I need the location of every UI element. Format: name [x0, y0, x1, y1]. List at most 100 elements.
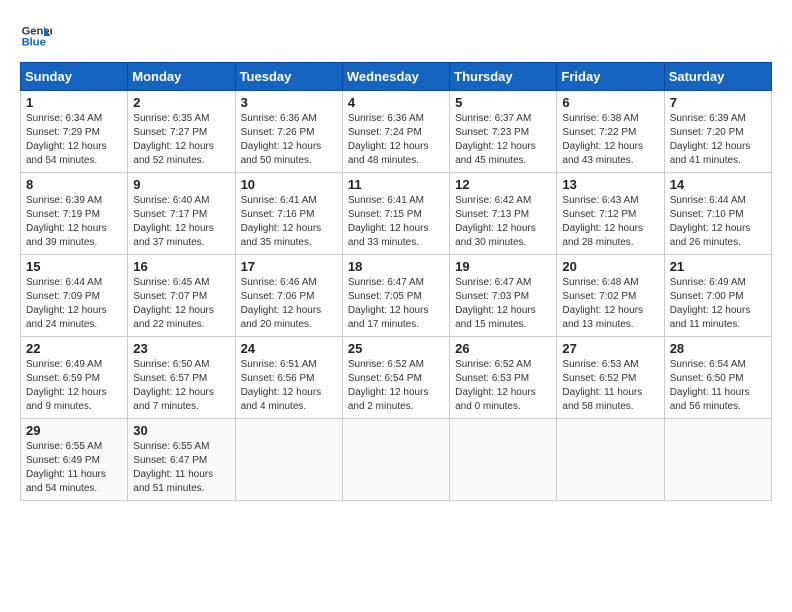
- calendar-cell: [664, 419, 771, 501]
- calendar-cell: [557, 419, 664, 501]
- logo-icon: General Blue: [20, 20, 52, 52]
- day-number: 24: [241, 341, 337, 356]
- calendar-cell: 24 Sunrise: 6:51 AM Sunset: 6:56 PM Dayli…: [235, 337, 342, 419]
- calendar-cell: 8 Sunrise: 6:39 AM Sunset: 7:19 PM Daylig…: [21, 173, 128, 255]
- calendar-table: SundayMondayTuesdayWednesdayThursdayFrid…: [20, 62, 772, 501]
- calendar-cell: 27 Sunrise: 6:53 AM Sunset: 6:52 PM Dayli…: [557, 337, 664, 419]
- day-header-sunday: Sunday: [21, 63, 128, 91]
- day-number: 3: [241, 95, 337, 110]
- svg-text:Blue: Blue: [22, 37, 46, 49]
- day-info: Sunrise: 6:41 AM Sunset: 7:16 PM Dayligh…: [241, 194, 337, 250]
- calendar-cell: 9 Sunrise: 6:40 AM Sunset: 7:17 PM Daylig…: [128, 173, 235, 255]
- calendar-cell: [235, 419, 342, 501]
- day-number: 15: [26, 259, 122, 274]
- calendar-cell: 5 Sunrise: 6:37 AM Sunset: 7:23 PM Daylig…: [450, 91, 557, 173]
- day-info: Sunrise: 6:36 AM Sunset: 7:24 PM Dayligh…: [348, 112, 444, 168]
- day-number: 16: [133, 259, 229, 274]
- calendar-cell: 28 Sunrise: 6:54 AM Sunset: 6:50 PM Dayli…: [664, 337, 771, 419]
- day-info: Sunrise: 6:46 AM Sunset: 7:06 PM Dayligh…: [241, 276, 337, 332]
- day-info: Sunrise: 6:39 AM Sunset: 7:20 PM Dayligh…: [670, 112, 766, 168]
- day-number: 20: [562, 259, 658, 274]
- day-info: Sunrise: 6:48 AM Sunset: 7:02 PM Dayligh…: [562, 276, 658, 332]
- day-number: 30: [133, 423, 229, 438]
- day-number: 29: [26, 423, 122, 438]
- day-info: Sunrise: 6:41 AM Sunset: 7:15 PM Dayligh…: [348, 194, 444, 250]
- day-number: 14: [670, 177, 766, 192]
- calendar-cell: 2 Sunrise: 6:35 AM Sunset: 7:27 PM Daylig…: [128, 91, 235, 173]
- day-number: 19: [455, 259, 551, 274]
- calendar-cell: [450, 419, 557, 501]
- day-info: Sunrise: 6:52 AM Sunset: 6:54 PM Dayligh…: [348, 358, 444, 414]
- calendar-cell: 12Sunrise: 6:42 AM Sunset: 7:13 PM Dayli…: [450, 173, 557, 255]
- calendar-cell: 11 Sunrise: 6:41 AM Sunset: 7:15 PM Dayli…: [342, 173, 449, 255]
- day-info: Sunrise: 6:53 AM Sunset: 6:52 PM Dayligh…: [562, 358, 658, 414]
- day-info: Sunrise: 6:45 AM Sunset: 7:07 PM Dayligh…: [133, 276, 229, 332]
- day-number: 22: [26, 341, 122, 356]
- day-info: Sunrise: 6:54 AM Sunset: 6:50 PM Dayligh…: [670, 358, 766, 414]
- day-number: 11: [348, 177, 444, 192]
- day-number: 28: [670, 341, 766, 356]
- day-info: Sunrise: 6:51 AM Sunset: 6:56 PM Dayligh…: [241, 358, 337, 414]
- calendar-cell: 17 Sunrise: 6:46 AM Sunset: 7:06 PM Dayli…: [235, 255, 342, 337]
- day-info: Sunrise: 6:47 AM Sunset: 7:05 PM Dayligh…: [348, 276, 444, 332]
- day-number: 5: [455, 95, 551, 110]
- calendar-cell: [342, 419, 449, 501]
- calendar-cell: 25 Sunrise: 6:52 AM Sunset: 6:54 PM Dayli…: [342, 337, 449, 419]
- day-header-thursday: Thursday: [450, 63, 557, 91]
- calendar-cell: 19 Sunrise: 6:47 AM Sunset: 7:03 PM Dayli…: [450, 255, 557, 337]
- day-info: Sunrise: 6:44 AM Sunset: 7:10 PM Dayligh…: [670, 194, 766, 250]
- day-number: 12: [455, 177, 551, 192]
- day-info: Sunrise: 6:39 AM Sunset: 7:19 PM Dayligh…: [26, 194, 122, 250]
- day-number: 4: [348, 95, 444, 110]
- day-info: Sunrise: 6:38 AM Sunset: 7:22 PM Dayligh…: [562, 112, 658, 168]
- day-number: 9: [133, 177, 229, 192]
- day-header-tuesday: Tuesday: [235, 63, 342, 91]
- day-info: Sunrise: 6:43 AM Sunset: 7:12 PM Dayligh…: [562, 194, 658, 250]
- calendar-cell: 26 Sunrise: 6:52 AM Sunset: 6:53 PM Dayli…: [450, 337, 557, 419]
- day-header-friday: Friday: [557, 63, 664, 91]
- day-info: Sunrise: 6:37 AM Sunset: 7:23 PM Dayligh…: [455, 112, 551, 168]
- calendar-cell: 21 Sunrise: 6:49 AM Sunset: 7:00 PM Dayli…: [664, 255, 771, 337]
- day-info: Sunrise: 6:35 AM Sunset: 7:27 PM Dayligh…: [133, 112, 229, 168]
- day-info: Sunrise: 6:49 AM Sunset: 6:59 PM Dayligh…: [26, 358, 122, 414]
- day-info: Sunrise: 6:47 AM Sunset: 7:03 PM Dayligh…: [455, 276, 551, 332]
- day-info: Sunrise: 6:36 AM Sunset: 7:26 PM Dayligh…: [241, 112, 337, 168]
- day-info: Sunrise: 6:49 AM Sunset: 7:00 PM Dayligh…: [670, 276, 766, 332]
- day-header-saturday: Saturday: [664, 63, 771, 91]
- day-number: 27: [562, 341, 658, 356]
- calendar-cell: 16 Sunrise: 6:45 AM Sunset: 7:07 PM Dayli…: [128, 255, 235, 337]
- day-header-monday: Monday: [128, 63, 235, 91]
- day-info: Sunrise: 6:40 AM Sunset: 7:17 PM Dayligh…: [133, 194, 229, 250]
- day-number: 25: [348, 341, 444, 356]
- day-info: Sunrise: 6:52 AM Sunset: 6:53 PM Dayligh…: [455, 358, 551, 414]
- calendar-cell: 29Sunrise: 6:55 AM Sunset: 6:49 PM Dayli…: [21, 419, 128, 501]
- day-info: Sunrise: 6:34 AM Sunset: 7:29 PM Dayligh…: [26, 112, 122, 168]
- day-number: 10: [241, 177, 337, 192]
- calendar-cell: 18 Sunrise: 6:47 AM Sunset: 7:05 PM Dayli…: [342, 255, 449, 337]
- day-number: 23: [133, 341, 229, 356]
- calendar-cell: 6 Sunrise: 6:38 AM Sunset: 7:22 PM Daylig…: [557, 91, 664, 173]
- calendar-cell: 20 Sunrise: 6:48 AM Sunset: 7:02 PM Dayli…: [557, 255, 664, 337]
- calendar-cell: 23 Sunrise: 6:50 AM Sunset: 6:57 PM Dayli…: [128, 337, 235, 419]
- day-number: 18: [348, 259, 444, 274]
- day-number: 17: [241, 259, 337, 274]
- calendar-cell: 10 Sunrise: 6:41 AM Sunset: 7:16 PM Dayli…: [235, 173, 342, 255]
- day-info: Sunrise: 6:55 AM Sunset: 6:47 PM Dayligh…: [133, 440, 229, 496]
- calendar-cell: 22 Sunrise: 6:49 AM Sunset: 6:59 PM Dayli…: [21, 337, 128, 419]
- calendar-cell: 30 Sunrise: 6:55 AM Sunset: 6:47 PM Dayli…: [128, 419, 235, 501]
- calendar-cell: 13Sunrise: 6:43 AM Sunset: 7:12 PM Dayli…: [557, 173, 664, 255]
- day-header-wednesday: Wednesday: [342, 63, 449, 91]
- logo: General Blue: [20, 20, 52, 52]
- day-number: 1: [26, 95, 122, 110]
- day-info: Sunrise: 6:44 AM Sunset: 7:09 PM Dayligh…: [26, 276, 122, 332]
- day-number: 26: [455, 341, 551, 356]
- day-info: Sunrise: 6:50 AM Sunset: 6:57 PM Dayligh…: [133, 358, 229, 414]
- day-number: 8: [26, 177, 122, 192]
- day-number: 6: [562, 95, 658, 110]
- calendar-cell: 3 Sunrise: 6:36 AM Sunset: 7:26 PM Daylig…: [235, 91, 342, 173]
- page-header: General Blue: [20, 20, 772, 52]
- day-number: 2: [133, 95, 229, 110]
- calendar-cell: 14 Sunrise: 6:44 AM Sunset: 7:10 PM Dayli…: [664, 173, 771, 255]
- calendar-cell: 1 Sunrise: 6:34 AM Sunset: 7:29 PM Daylig…: [21, 91, 128, 173]
- day-number: 21: [670, 259, 766, 274]
